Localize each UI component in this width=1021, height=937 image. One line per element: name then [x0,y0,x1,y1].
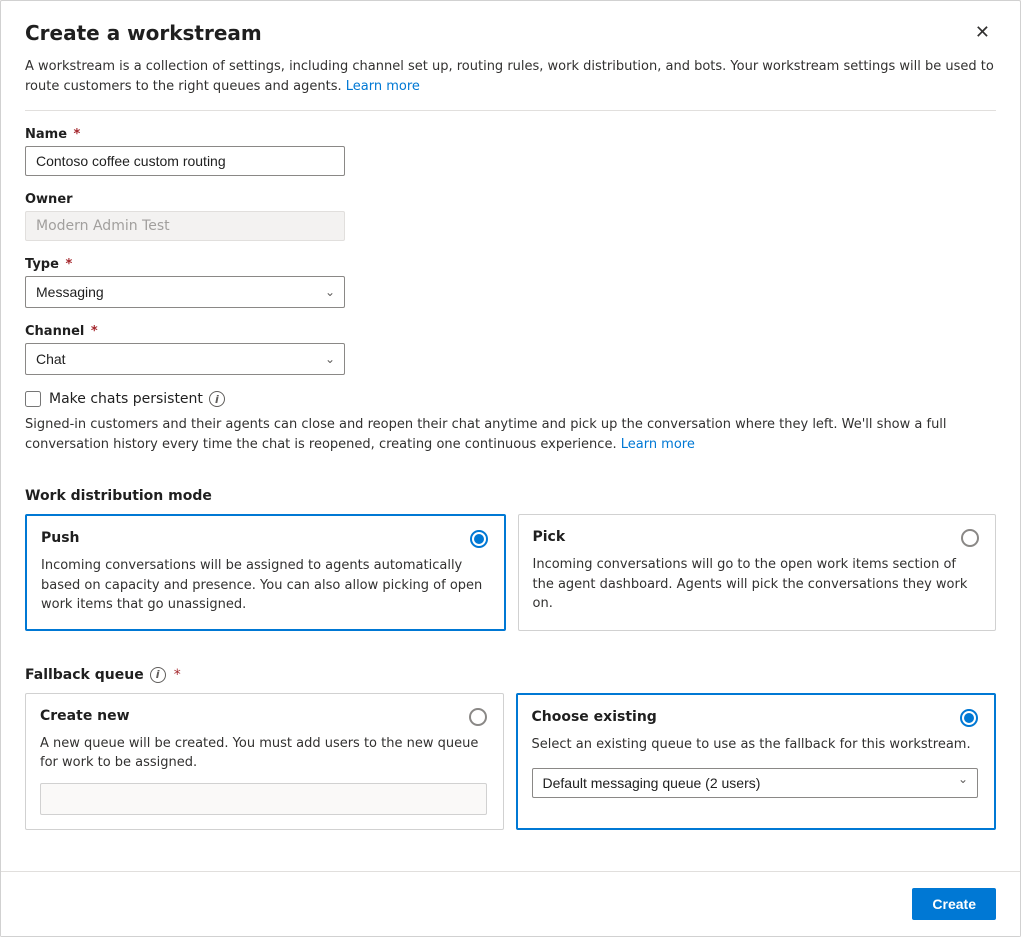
fallback-queue-section: Fallback queue i * Create new A new queu… [25,667,996,830]
choose-existing-queue-radio[interactable] [960,709,978,727]
pick-card[interactable]: Pick Incoming conversations will go to t… [518,514,997,631]
create-button[interactable]: Create [912,888,996,920]
existing-queue-select-wrapper: Default messaging queue (2 users) Suppor… [532,760,979,798]
channel-required-marker: * [86,324,97,339]
type-select-wrapper: Messaging Voice Chat ⌄ [25,276,345,308]
create-new-queue-header: Create new [40,708,487,726]
owner-label: Owner [25,192,996,207]
work-distribution-section: Work distribution mode Push Incoming con… [25,488,996,651]
pick-card-header: Pick [533,529,980,547]
fallback-queue-info-icon: i [150,667,166,683]
make-chats-persistent-info-icon: i [209,391,225,407]
choose-existing-queue-header: Choose existing [532,709,979,727]
close-button[interactable]: ✕ [969,21,996,43]
make-chats-persistent-checkbox[interactable] [25,391,41,407]
dialog-title: Create a workstream [25,21,262,45]
dialog-description-text: A workstream is a collection of settings… [25,59,994,94]
dialog-header: Create a workstream ✕ [25,21,996,45]
fallback-queue-required-marker: * [174,667,181,683]
push-card-header: Push [41,530,488,548]
create-new-queue-input[interactable] [40,783,487,815]
create-new-queue-title: Create new [40,708,130,724]
owner-field-group: Owner Modern Admin Test [25,192,996,241]
learn-more-link-persistent[interactable]: Learn more [621,437,695,452]
make-chats-persistent-label: Make chats persistent i [49,391,225,407]
type-select[interactable]: Messaging Voice Chat [25,276,345,308]
name-required-marker: * [69,127,80,142]
push-card-title: Push [41,530,80,546]
fallback-queue-cards: Create new A new queue will be created. … [25,693,996,830]
channel-field-group: Channel * Chat Facebook WhatsApp SMS Tea… [25,324,996,375]
owner-input: Modern Admin Test [25,211,345,241]
push-card[interactable]: Push Incoming conversations will be assi… [25,514,506,631]
work-distribution-cards: Push Incoming conversations will be assi… [25,514,996,631]
name-field-group: Name * [25,127,996,176]
name-label: Name * [25,127,996,142]
pick-card-title: Pick [533,529,566,545]
push-card-desc: Incoming conversations will be assigned … [41,556,488,615]
pick-radio[interactable] [961,529,979,547]
fallback-queue-label: Fallback queue [25,667,144,683]
choose-existing-queue-card[interactable]: Choose existing Select an existing queue… [516,693,997,830]
choose-existing-queue-title: Choose existing [532,709,657,725]
type-required-marker: * [61,257,72,272]
create-new-queue-desc: A new queue will be created. You must ad… [40,734,487,773]
make-chats-persistent-group: Make chats persistent i Signed-in custom… [25,391,996,472]
dialog-footer: Create [1,871,1020,936]
create-new-queue-card[interactable]: Create new A new queue will be created. … [25,693,504,830]
learn-more-link-header[interactable]: Learn more [346,79,420,94]
pick-card-desc: Incoming conversations will go to the op… [533,555,980,614]
name-input[interactable] [25,146,345,176]
fallback-label-row: Fallback queue i * [25,667,996,683]
work-distribution-label: Work distribution mode [25,488,996,504]
type-label: Type * [25,257,996,272]
make-chats-persistent-desc: Signed-in customers and their agents can… [25,415,996,454]
channel-label: Channel * [25,324,996,339]
existing-queue-select[interactable]: Default messaging queue (2 users) Suppor… [532,768,979,798]
channel-select-wrapper: Chat Facebook WhatsApp SMS Teams ⌄ [25,343,345,375]
channel-select[interactable]: Chat Facebook WhatsApp SMS Teams [25,343,345,375]
type-field-group: Type * Messaging Voice Chat ⌄ [25,257,996,308]
choose-existing-queue-desc: Select an existing queue to use as the f… [532,735,979,755]
make-chats-persistent-row: Make chats persistent i [25,391,996,407]
push-radio[interactable] [470,530,488,548]
dialog-description: A workstream is a collection of settings… [25,57,996,111]
create-new-queue-radio[interactable] [469,708,487,726]
create-workstream-dialog: Create a workstream ✕ A workstream is a … [0,0,1021,937]
